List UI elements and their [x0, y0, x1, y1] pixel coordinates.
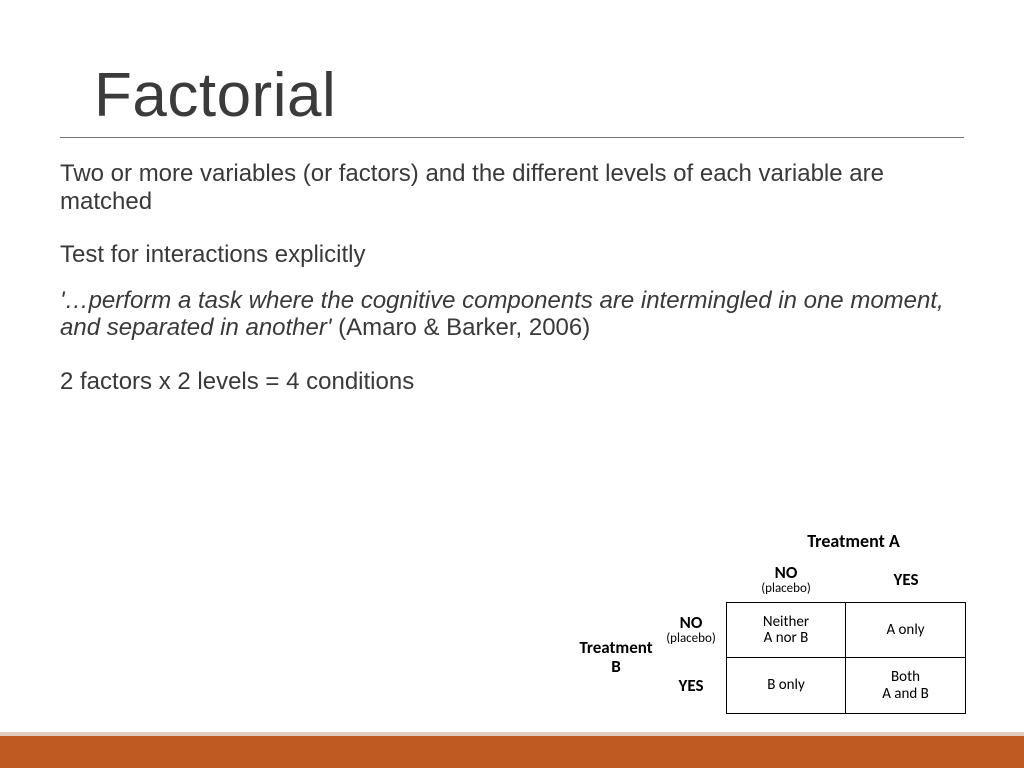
cell-both-line2: A and B: [882, 686, 929, 703]
cell-b-only: B only: [726, 658, 846, 714]
slide: Factorial Two or more variables (or fact…: [0, 0, 1024, 768]
col-head-no-label: NO: [761, 564, 811, 582]
cell-a-only: A only: [846, 602, 966, 658]
cell-neither: Neither A nor B: [726, 602, 846, 658]
row-head-no-label: NO: [666, 614, 716, 632]
paragraph-quote: '…perform a task where the cognitive com…: [60, 287, 964, 342]
title-rule: [60, 137, 964, 138]
factorial-grid: NO (placebo) YES Treatment B NO (placebo…: [576, 558, 986, 714]
quote-citation: (Amaro & Barker, 2006): [331, 314, 590, 341]
footer-bar: [0, 732, 1024, 768]
factorial-diagram: Treatment A NO (placebo) YES Treatment B…: [576, 530, 986, 714]
cell-both: Both A and B: [846, 658, 966, 714]
col-head-yes-label: YES: [894, 571, 919, 589]
col-head-yes: YES: [894, 571, 919, 589]
row-head-yes-label: YES: [679, 677, 704, 695]
row-factor-title: Treatment B: [579, 639, 652, 676]
col-head-no: NO (placebo): [761, 564, 811, 595]
cell-a-only-text: A only: [886, 622, 924, 639]
paragraph-definition: Two or more variables (or factors) and t…: [60, 160, 964, 215]
col-head-no-sub: (placebo): [761, 582, 811, 596]
col-factor-title: Treatment A: [721, 530, 986, 552]
cell-b-only-text: B only: [767, 677, 805, 694]
slide-title: Factorial: [94, 60, 964, 131]
cell-neither-line2: A nor B: [764, 630, 809, 647]
cell-both-line1: Both: [891, 669, 920, 686]
paragraph-interactions: Test for interactions explicitly: [60, 241, 964, 269]
cell-neither-line1: Neither: [763, 614, 809, 631]
row-head-yes: YES: [679, 677, 704, 695]
paragraph-factors-equation: 2 factors x 2 levels = 4 conditions: [60, 368, 964, 396]
row-head-no: NO (placebo): [666, 614, 716, 645]
row-factor-title-line2: B: [611, 656, 621, 677]
row-head-no-sub: (placebo): [666, 632, 716, 646]
